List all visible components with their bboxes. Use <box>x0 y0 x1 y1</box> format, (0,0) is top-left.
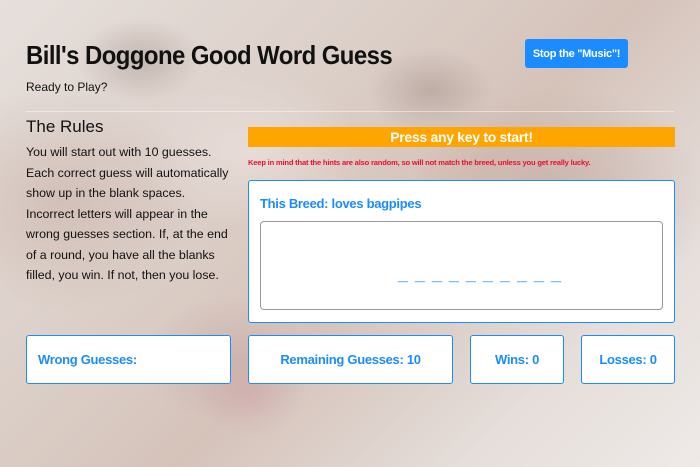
header-divider <box>26 111 674 112</box>
breed-hint: This Breed: loves bagpipes <box>260 196 422 211</box>
wrong-guesses-panel: Wrong Guesses: <box>26 335 231 384</box>
start-prompt-banner: Press any key to start! <box>248 127 675 147</box>
rules-text: You will start out with 10 guesses. Each… <box>26 145 229 282</box>
rules-heading: The Rules <box>26 117 104 136</box>
wins-panel: Wins: 0 <box>470 335 564 384</box>
hint-disclaimer: Keep in mind that the hints are also ran… <box>248 158 591 167</box>
breed-panel: This Breed: loves bagpipes _ _ _ _ _ _ _… <box>248 180 675 323</box>
page-title: Bill's Doggone Good Word Guess <box>26 40 393 70</box>
page: Bill's Doggone Good Word Guess Ready to … <box>0 0 700 467</box>
wins-label: Wins: 0 <box>494 352 539 367</box>
losses-panel: Losses: 0 <box>581 335 675 384</box>
remaining-guesses-panel: Remaining Guesses: 10 <box>248 335 453 384</box>
stop-music-button[interactable]: Stop the "Music"! <box>525 39 628 68</box>
page-subtitle: Ready to Play? <box>26 80 108 94</box>
wrong-guesses-label: Wrong Guesses: <box>38 352 137 367</box>
word-blanks: _ _ _ _ _ _ _ _ _ _ <box>397 264 562 284</box>
losses-label: Losses: 0 <box>599 352 657 367</box>
word-display-box: _ _ _ _ _ _ _ _ _ _ <box>260 221 663 310</box>
remaining-guesses-label: Remaining Guesses: 10 <box>280 352 421 367</box>
